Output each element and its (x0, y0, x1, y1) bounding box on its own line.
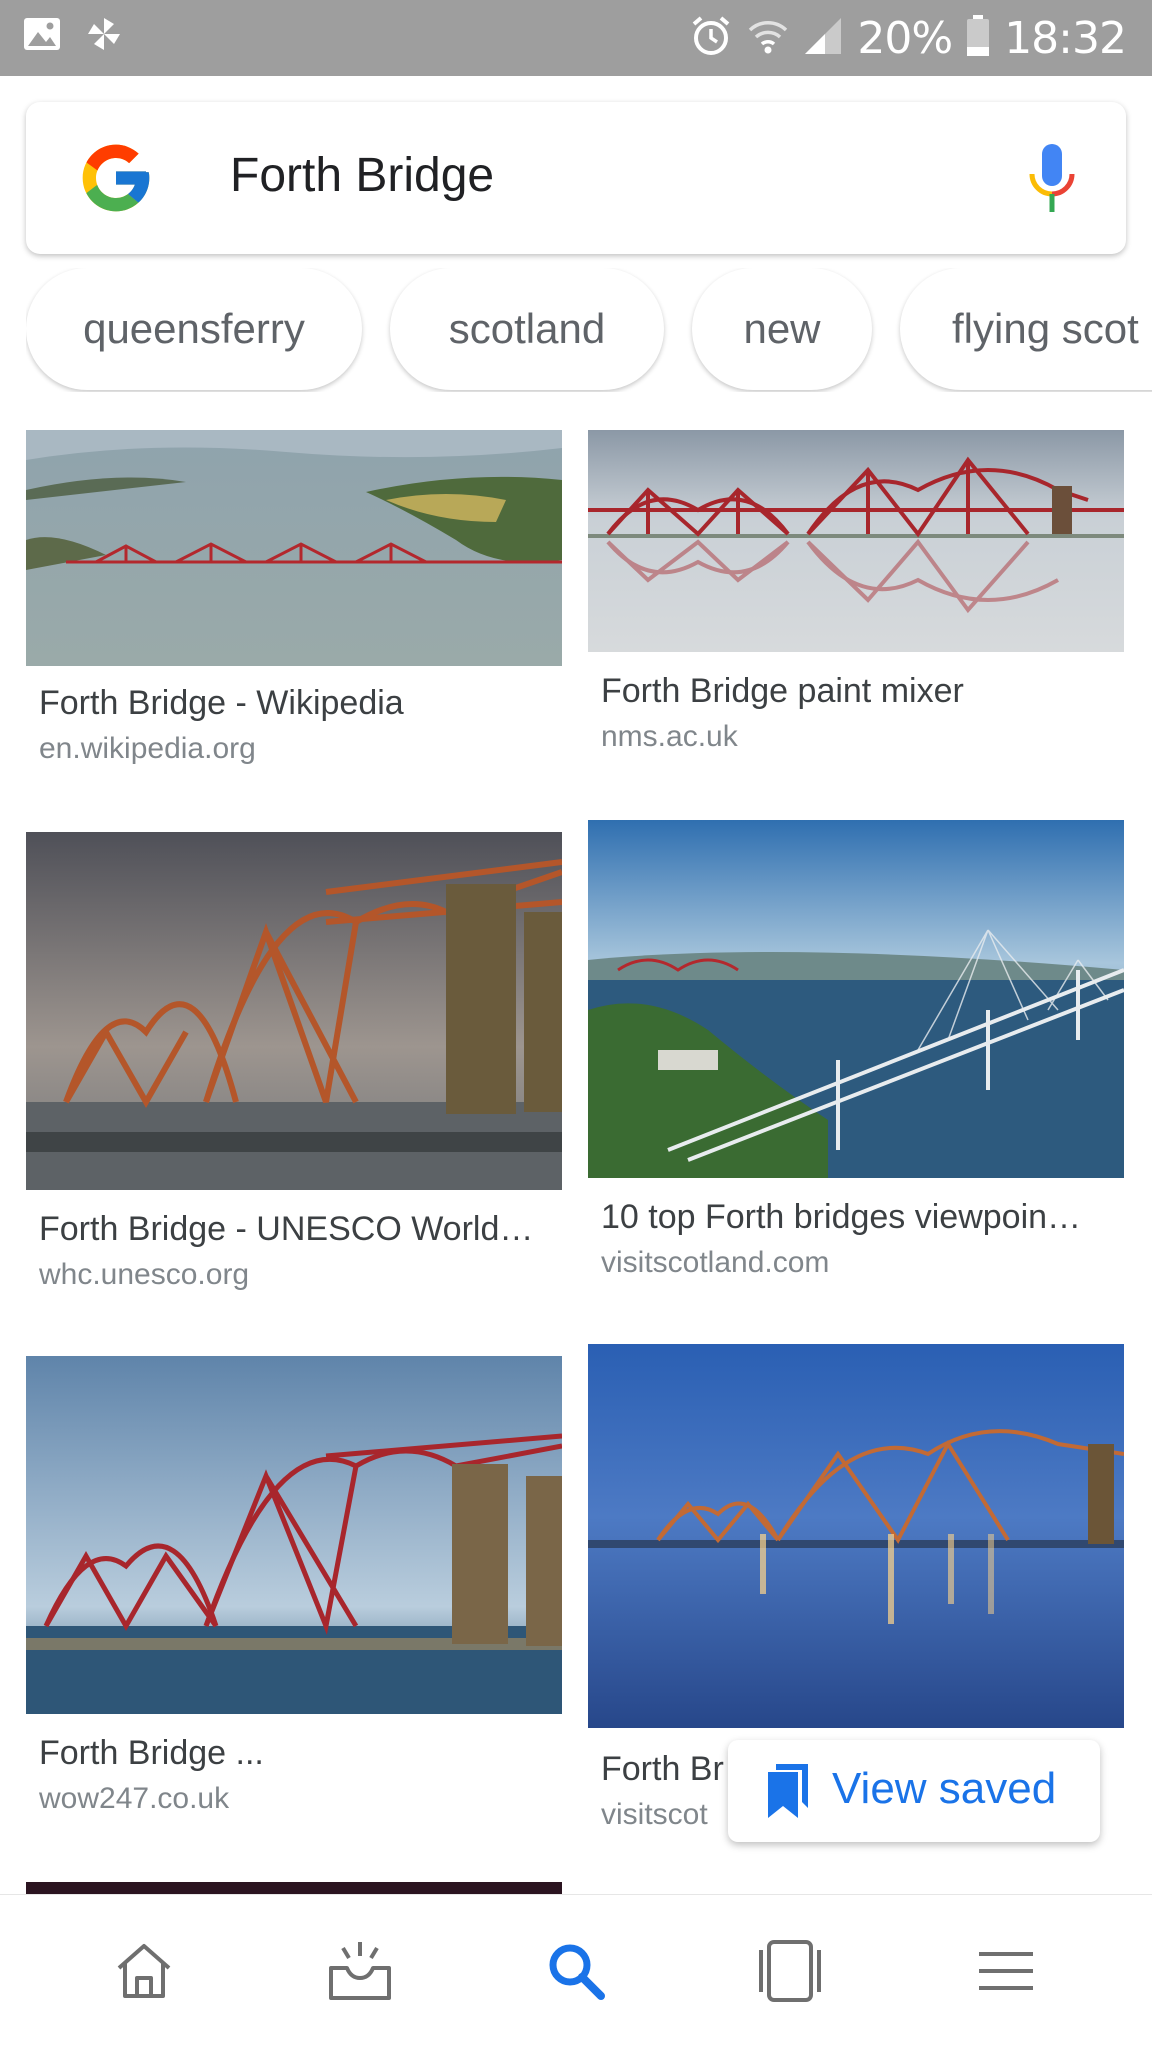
bottom-nav (0, 1894, 1152, 2049)
result-card[interactable]: 10 top Forth bridges viewpoin… visitscot… (588, 820, 1124, 1290)
result-title[interactable]: Forth Bridge - UNESCO World… (39, 1210, 533, 1249)
wifi-icon (747, 14, 789, 63)
mic-icon[interactable] (1026, 142, 1078, 216)
result-title[interactable]: 10 top Forth bridges viewpoin… (601, 1198, 1081, 1237)
result-site: visitscot (601, 1798, 708, 1831)
search-bar[interactable]: Forth Bridge (26, 102, 1126, 254)
menu-icon[interactable] (966, 1931, 1046, 2011)
result-site: nms.ac.uk (601, 720, 738, 753)
result-image[interactable] (588, 430, 1124, 652)
clock: 18:32 (1004, 12, 1127, 64)
view-saved-label: View saved (832, 1764, 1057, 1813)
suggestion-chips: queensferry scotland new flying scot (26, 268, 1152, 392)
bookmark-icon (764, 1762, 814, 1825)
image-icon (22, 14, 62, 59)
result-card[interactable]: Forth Bridge - Wikipedia en.wikipedia.or… (26, 430, 562, 770)
result-image[interactable] (588, 1344, 1124, 1728)
result-image[interactable] (26, 832, 562, 1190)
result-site: whc.unesco.org (39, 1258, 250, 1291)
pinwheel-icon (84, 14, 124, 59)
result-title[interactable]: Forth Bridge - Wikipedia (39, 684, 404, 723)
result-site: wow247.co.uk (39, 1782, 230, 1815)
result-card[interactable]: Forth Bridge - UNESCO World… whc.unesco.… (26, 832, 562, 1302)
search-input[interactable]: Forth Bridge (230, 148, 494, 203)
result-title[interactable]: Forth Bridge paint mixer (601, 672, 964, 711)
result-image[interactable] (588, 820, 1124, 1178)
tabs-icon[interactable] (750, 1931, 830, 2011)
chip-queensferry[interactable]: queensferry (26, 268, 362, 390)
result-image[interactable] (26, 430, 562, 666)
home-icon[interactable] (104, 1931, 184, 2011)
signal-icon (803, 16, 843, 61)
battery-icon (966, 14, 990, 62)
view-saved-button[interactable]: View saved (728, 1740, 1100, 1842)
updates-icon[interactable] (320, 1931, 400, 2011)
alarm-icon (689, 14, 733, 63)
result-image[interactable] (26, 1356, 562, 1714)
result-image-partial[interactable] (26, 1882, 562, 1894)
google-g-logo (76, 138, 156, 218)
search-icon[interactable] (536, 1931, 616, 2011)
chip-flying-scot[interactable]: flying scot (900, 268, 1152, 390)
battery-percent: 20% (857, 12, 953, 64)
result-card[interactable]: Forth Bridge ... wow247.co.uk (26, 1356, 562, 1826)
result-title[interactable]: Forth Br (601, 1750, 724, 1789)
chip-new[interactable]: new (692, 268, 872, 390)
result-title[interactable]: Forth Bridge ... (39, 1734, 264, 1773)
result-site: en.wikipedia.org (39, 732, 256, 765)
chip-scotland[interactable]: scotland (390, 268, 664, 390)
result-card[interactable]: Forth Bridge paint mixer nms.ac.uk (588, 430, 1124, 760)
status-bar: 20% 18:32 (0, 0, 1152, 76)
result-site: visitscotland.com (601, 1246, 830, 1279)
